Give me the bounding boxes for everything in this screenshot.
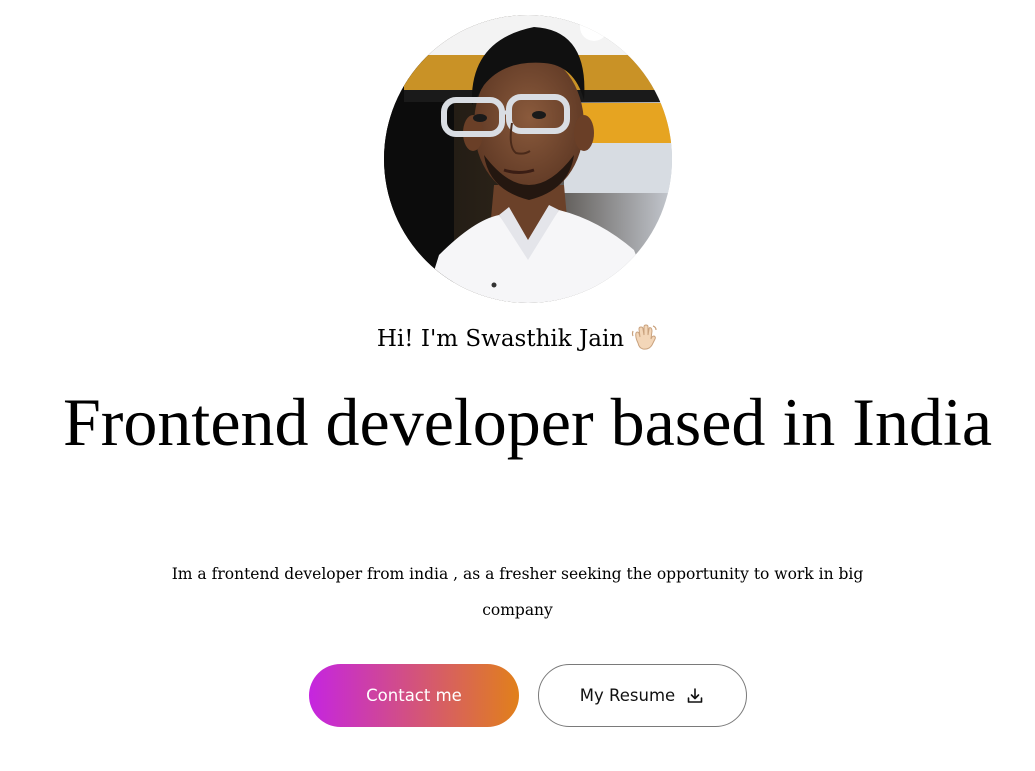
contact-button-label: Contact me (366, 686, 462, 705)
hero-headline: Frontend developer based in India (62, 384, 993, 460)
waving-hand-icon (630, 323, 658, 361)
resume-button-label: My Resume (579, 686, 676, 705)
contact-button[interactable]: Contact me (309, 664, 519, 727)
download-icon (685, 686, 705, 706)
greeting-text: Hi! I'm Swasthik Jain (376, 326, 625, 352)
resume-button[interactable]: My Resume (538, 664, 747, 727)
avatar-portrait (384, 15, 672, 303)
profile-photo (384, 15, 672, 303)
greeting: Hi! I'm Swasthik Jain (0, 322, 1035, 361)
hero-intro: Im a frontend developer from india , as … (171, 565, 864, 619)
